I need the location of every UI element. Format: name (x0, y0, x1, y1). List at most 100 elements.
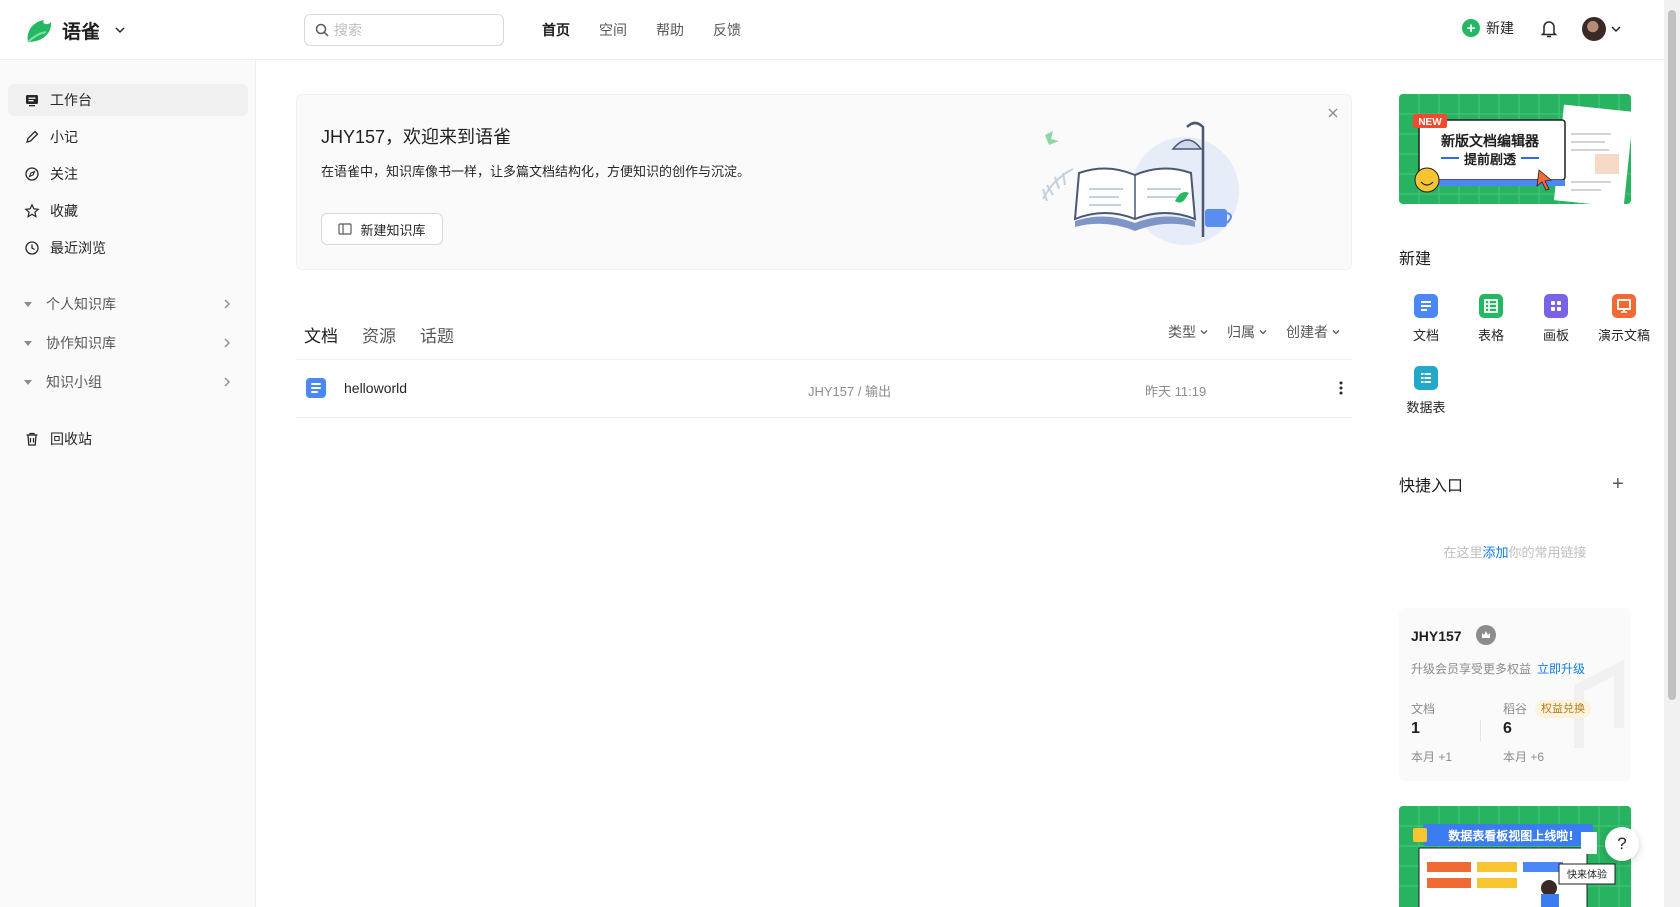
exchange-badge[interactable]: 权益兑换 (1535, 700, 1591, 718)
caret-down-icon (24, 341, 32, 346)
create-sheet-label: 表格 (1477, 328, 1504, 343)
sidebar-group-label: 协作知识库 (46, 335, 116, 351)
filter-owner[interactable]: 归属 (1227, 322, 1268, 342)
create-doc-label: 文档 (1412, 328, 1439, 343)
editor-promo-banner[interactable]: NEW 新版文档编辑器 提前剧透 (1399, 94, 1631, 204)
top-nav: 首页 空间 帮助 反馈 (542, 0, 741, 60)
help-button[interactable]: ? (1605, 827, 1639, 861)
create-board[interactable]: 画板 (1523, 294, 1589, 344)
nav-space[interactable]: 空间 (599, 20, 627, 40)
sidebar-group-label: 个人知识库 (46, 296, 116, 312)
scrollbar-thumb[interactable] (1668, 10, 1676, 700)
promo2-title: 数据表看板视图上线啦! (1448, 828, 1573, 843)
chevron-down-icon (1200, 330, 1208, 335)
bell-icon[interactable] (1540, 19, 1558, 39)
nav-feedback[interactable]: 反馈 (713, 20, 741, 40)
sidebar-item-label: 收藏 (50, 203, 78, 219)
create-doc[interactable]: 文档 (1393, 294, 1459, 344)
banner-description: 在语雀中，知识库像书一样，让多篇文档结构化，方便知识的创作与沉淀。 (321, 164, 751, 179)
quick-hint-pre: 在这里 (1443, 545, 1483, 560)
user-menu[interactable] (1582, 17, 1622, 41)
promo-line2: 提前剧透 (1464, 152, 1516, 168)
help-label: ? (1617, 834, 1627, 853)
grain-label: 稻谷 (1503, 702, 1528, 716)
filter-type[interactable]: 类型 (1168, 322, 1209, 342)
book-illustration (1042, 121, 1239, 245)
user-card: JHY157 升级会员享受更多权益 立即升级 文档 1 本月 +1 稻谷 权益兑换… (1399, 608, 1631, 781)
table-row[interactable]: helloworld JHY157 / 输出 昨天 11:19 (296, 360, 1352, 417)
sidebar-item-label: 工作台 (50, 92, 92, 108)
add-quick-link-icon[interactable]: + (1612, 474, 1624, 494)
chevron-down-icon (1332, 330, 1340, 335)
sidebar-item-trash[interactable]: 回收站 (8, 423, 248, 455)
close-icon[interactable] (1327, 107, 1339, 119)
workbench-icon (26, 95, 38, 107)
new-knowledge-base-label: 新建知识库 (360, 222, 426, 238)
left-sidebar: 工作台 小记 关注 收藏 最近浏览 个人知识库 协作知识库 知识小组 回收站 (0, 60, 256, 907)
sidebar-group-groups[interactable]: 知识小组 (8, 366, 248, 398)
doc-path[interactable]: JHY157 / 输出 (808, 381, 891, 400)
sidebar-item-notes[interactable]: 小记 (8, 121, 248, 153)
new-button[interactable]: + 新建 (1462, 18, 1514, 38)
filter-label: 类型 (1168, 324, 1196, 340)
create-board-label: 画板 (1542, 328, 1569, 343)
create-presentation-label: 演示文稿 (1597, 328, 1650, 343)
nav-home[interactable]: 首页 (542, 20, 570, 40)
scrollbar[interactable] (1664, 0, 1680, 907)
filter-creator[interactable]: 创建者 (1286, 322, 1341, 342)
datasheet-promo-art: 数据表看板视图上线啦! 快来体验 (1399, 806, 1631, 907)
doc-title[interactable]: helloworld (344, 380, 407, 396)
doc-icon (1414, 294, 1438, 318)
sidebar-item-follow[interactable]: 关注 (8, 158, 248, 190)
yuque-bird-icon (27, 20, 52, 43)
search-input[interactable] (334, 22, 484, 38)
tab-topics[interactable]: 话题 (420, 322, 454, 347)
member-badge-icon[interactable] (1476, 625, 1496, 645)
create-datasheet[interactable]: 数据表 (1393, 366, 1459, 416)
pen-icon (26, 130, 39, 143)
board-icon (1544, 294, 1568, 318)
doc-time: 昨天 11:19 (1145, 384, 1207, 399)
upgrade-text: 升级会员享受更多权益 (1411, 662, 1532, 676)
create-section-title: 新建 (1399, 251, 1432, 268)
docs-label: 文档 (1411, 702, 1436, 716)
tab-resources[interactable]: 资源 (362, 322, 396, 347)
tab-docs[interactable]: 文档 (304, 322, 338, 347)
datasheet-promo-banner[interactable]: 数据表看板视图上线啦! 快来体验 (1399, 806, 1631, 907)
quick-links-title: 快捷入口 (1399, 478, 1464, 495)
caret-down-icon (24, 302, 32, 307)
star-icon (24, 203, 40, 218)
content-tabs: 文档 资源 话题 (304, 322, 454, 347)
datasheet-icon (1414, 366, 1438, 390)
upgrade-link[interactable]: 立即升级 (1537, 662, 1585, 676)
sidebar-item-label: 最近浏览 (50, 240, 106, 256)
add-link[interactable]: 添加 (1482, 545, 1508, 560)
sidebar-group-collab[interactable]: 协作知识库 (8, 327, 248, 359)
create-sheet[interactable]: 表格 (1458, 294, 1524, 344)
sidebar-item-recent[interactable]: 最近浏览 (8, 232, 248, 264)
search-icon (315, 23, 329, 37)
create-presentation[interactable]: 演示文稿 (1588, 294, 1660, 344)
logo[interactable]: 语雀 (24, 14, 126, 46)
sidebar-group-personal[interactable]: 个人知识库 (8, 288, 248, 320)
chevron-down-icon[interactable] (114, 24, 126, 36)
top-header: 语雀 首页 空间 帮助 反馈 + 新建 (0, 0, 1664, 60)
new-knowledge-base-button[interactable]: 新建知识库 (321, 213, 443, 245)
editor-promo-art: NEW 新版文档编辑器 提前剧透 (1399, 94, 1631, 204)
more-vertical-icon[interactable] (1334, 380, 1348, 396)
user-name: JHY157 (1411, 628, 1462, 644)
nav-help[interactable]: 帮助 (656, 20, 684, 40)
plus-circle-icon: + (1462, 19, 1480, 37)
logo-text: 语雀 (62, 21, 101, 43)
avatar (1582, 17, 1606, 41)
new-button-label: 新建 (1486, 20, 1514, 36)
search-box[interactable] (304, 14, 504, 46)
book-icon (338, 223, 353, 235)
exchange-label: 权益兑换 (1541, 703, 1585, 715)
sidebar-item-workbench[interactable]: 工作台 (8, 84, 248, 116)
document-icon (306, 378, 326, 398)
quick-links-hint: 在这里添加你的常用链接 (1399, 542, 1631, 561)
compass-icon (25, 167, 39, 181)
sidebar-item-favorites[interactable]: 收藏 (8, 195, 248, 227)
sheet-icon (1479, 294, 1503, 318)
